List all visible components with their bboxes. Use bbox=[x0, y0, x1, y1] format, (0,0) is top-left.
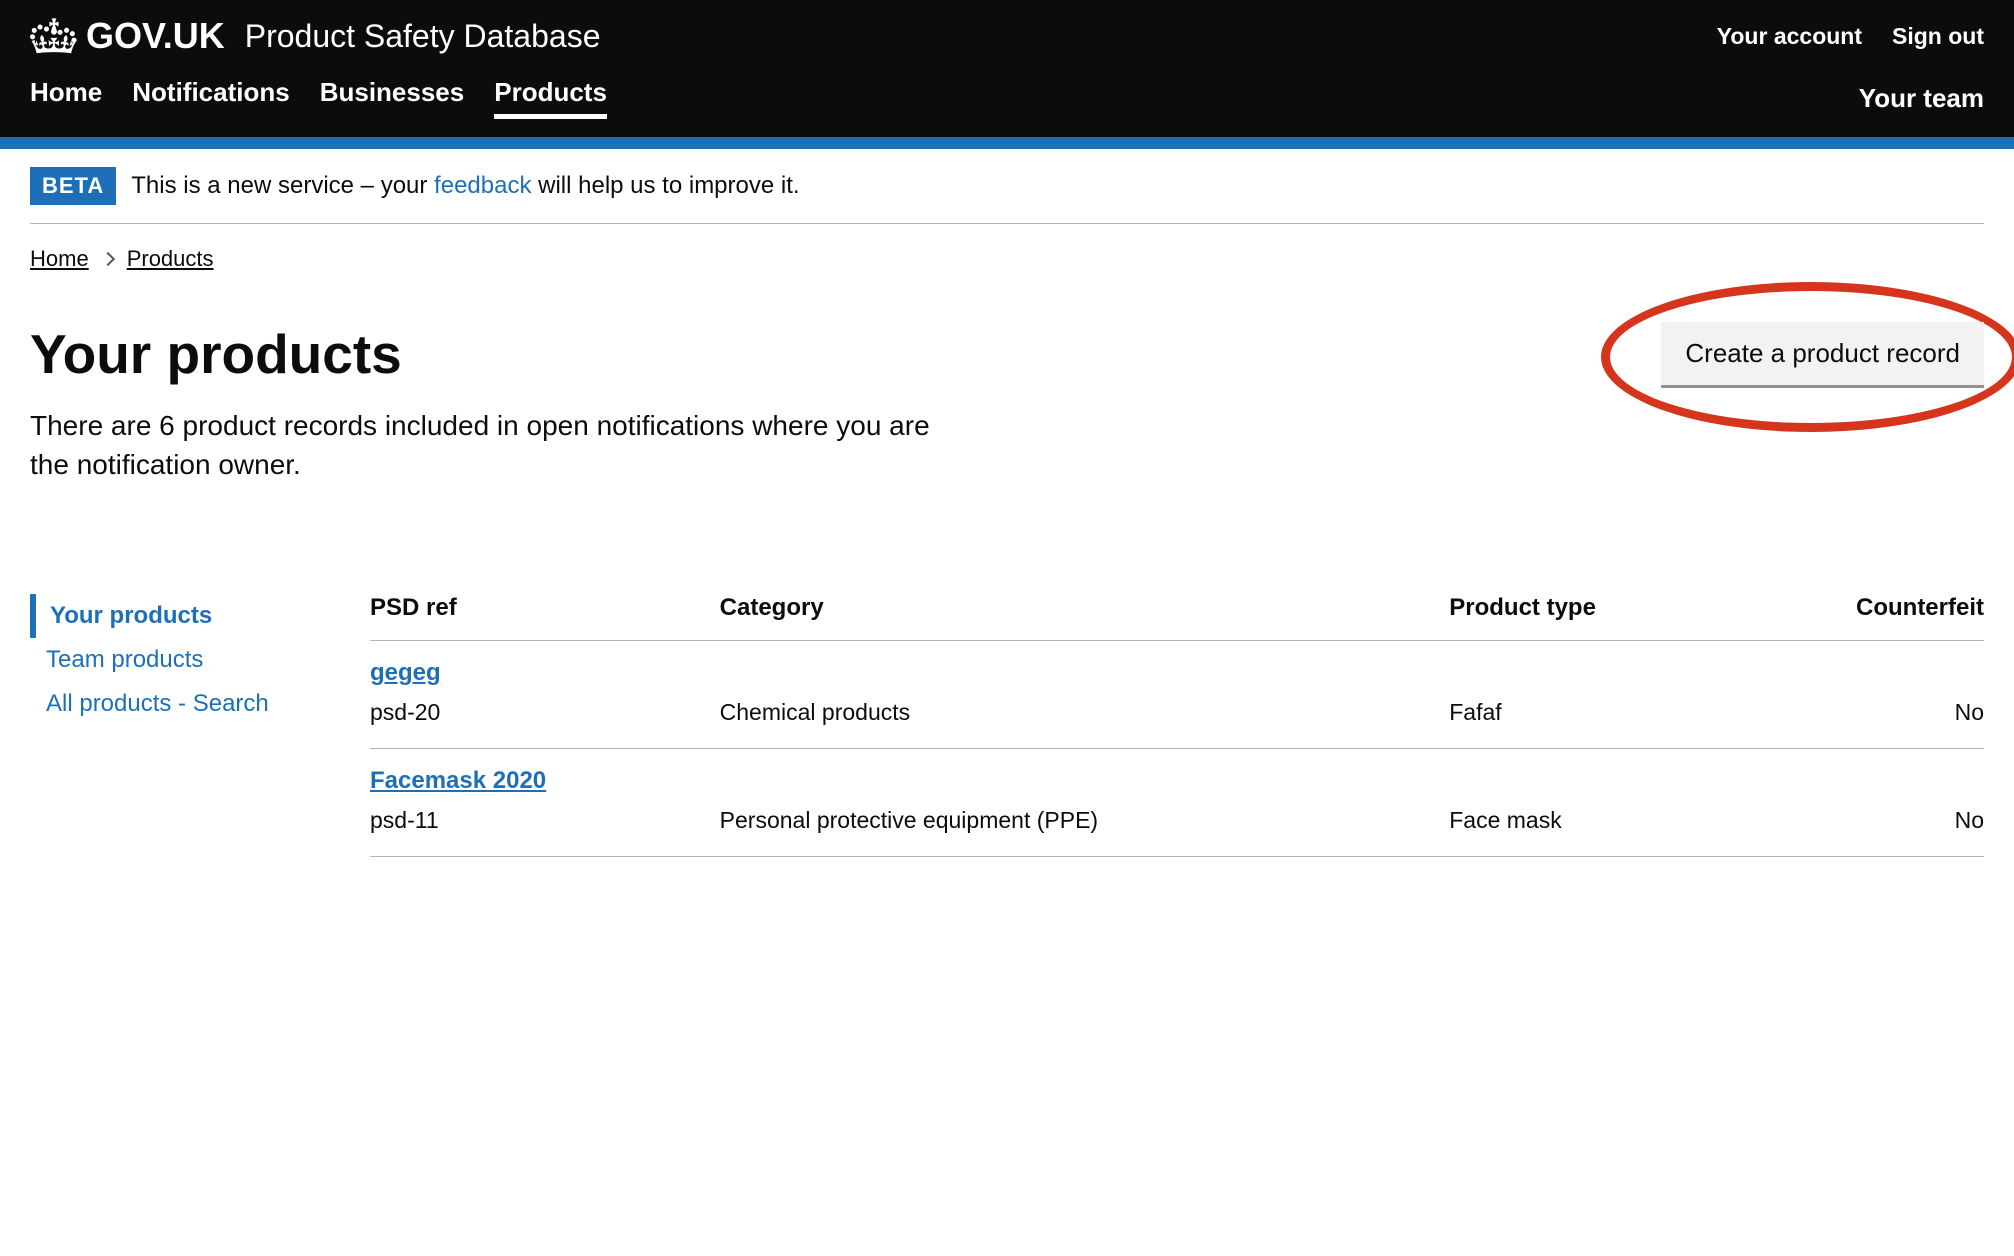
main-columns: Your products Team products All products… bbox=[30, 594, 1984, 857]
create-button-highlight: Create a product record bbox=[1661, 322, 1984, 388]
header-logo-block: GOV.UK Product Safety Database bbox=[30, 15, 600, 57]
govuk-text: GOV.UK bbox=[86, 15, 225, 57]
col-counterfeit: Counterfeit bbox=[1744, 594, 1984, 641]
table-row: gegeg psd-20 Chemical products Fafaf No bbox=[370, 641, 1984, 749]
phase-banner: BETA This is a new service – your feedba… bbox=[30, 149, 1984, 224]
primary-nav: Home Notifications Businesses Products Y… bbox=[0, 67, 2014, 137]
nav-right: Your team bbox=[1859, 83, 1984, 114]
beta-tag: BETA bbox=[30, 167, 116, 205]
product-type: Face mask bbox=[1449, 749, 1743, 857]
create-product-button[interactable]: Create a product record bbox=[1661, 322, 1984, 388]
govuk-logo-link[interactable]: GOV.UK bbox=[30, 15, 225, 57]
page-lede: There are 6 product records included in … bbox=[30, 406, 930, 484]
nav-businesses[interactable]: Businesses bbox=[320, 77, 465, 119]
breadcrumb-home[interactable]: Home bbox=[30, 246, 89, 272]
service-name: Product Safety Database bbox=[245, 18, 601, 55]
product-counterfeit: No bbox=[1744, 641, 1984, 749]
table-row: Facemask 2020 psd-11 Personal protective… bbox=[370, 749, 1984, 857]
breadcrumb-products[interactable]: Products bbox=[127, 246, 214, 272]
product-link[interactable]: gegeg bbox=[370, 659, 710, 687]
nav-products[interactable]: Products bbox=[494, 77, 607, 119]
col-product-type: Product type bbox=[1449, 594, 1743, 641]
side-nav-item-team-products[interactable]: Team products bbox=[30, 638, 320, 682]
site-header: GOV.UK Product Safety Database Your acco… bbox=[0, 0, 2014, 137]
product-link[interactable]: Facemask 2020 bbox=[370, 767, 710, 795]
phase-text: This is a new service – your feedback wi… bbox=[131, 172, 799, 200]
header-border bbox=[0, 137, 2014, 149]
product-counterfeit: No bbox=[1744, 749, 1984, 857]
side-nav-item-your-products[interactable]: Your products bbox=[30, 594, 320, 638]
page-head: Your products There are 6 product record… bbox=[30, 322, 1984, 484]
nav-home[interactable]: Home bbox=[30, 77, 102, 119]
side-nav-item-all-products[interactable]: All products - Search bbox=[30, 682, 320, 726]
side-nav: Your products Team products All products… bbox=[30, 594, 320, 857]
chevron-right-icon bbox=[101, 252, 115, 266]
product-category: Personal protective equipment (PPE) bbox=[720, 749, 1450, 857]
product-category: Chemical products bbox=[720, 641, 1450, 749]
header-top: GOV.UK Product Safety Database Your acco… bbox=[0, 0, 2014, 67]
page-title: Your products bbox=[30, 322, 930, 386]
breadcrumbs: Home Products bbox=[30, 224, 1984, 302]
crown-icon bbox=[30, 16, 78, 56]
your-account-link[interactable]: Your account bbox=[1717, 23, 1862, 50]
col-psd-ref: PSD ref bbox=[370, 594, 720, 641]
feedback-link[interactable]: feedback bbox=[434, 172, 531, 199]
product-ref: psd-20 bbox=[370, 699, 440, 725]
col-category: Category bbox=[720, 594, 1450, 641]
product-type: Fafaf bbox=[1449, 641, 1743, 749]
nav-left: Home Notifications Businesses Products bbox=[30, 77, 607, 119]
nav-your-team[interactable]: Your team bbox=[1859, 83, 1984, 113]
page-title-block: Your products There are 6 product record… bbox=[30, 322, 930, 484]
product-ref: psd-11 bbox=[370, 807, 439, 833]
header-account-links: Your account Sign out bbox=[1717, 23, 1984, 50]
products-table-area: PSD ref Category Product type Counterfei… bbox=[370, 594, 1984, 857]
nav-notifications[interactable]: Notifications bbox=[132, 77, 289, 119]
sign-out-link[interactable]: Sign out bbox=[1892, 23, 1984, 50]
products-table: PSD ref Category Product type Counterfei… bbox=[370, 594, 1984, 857]
